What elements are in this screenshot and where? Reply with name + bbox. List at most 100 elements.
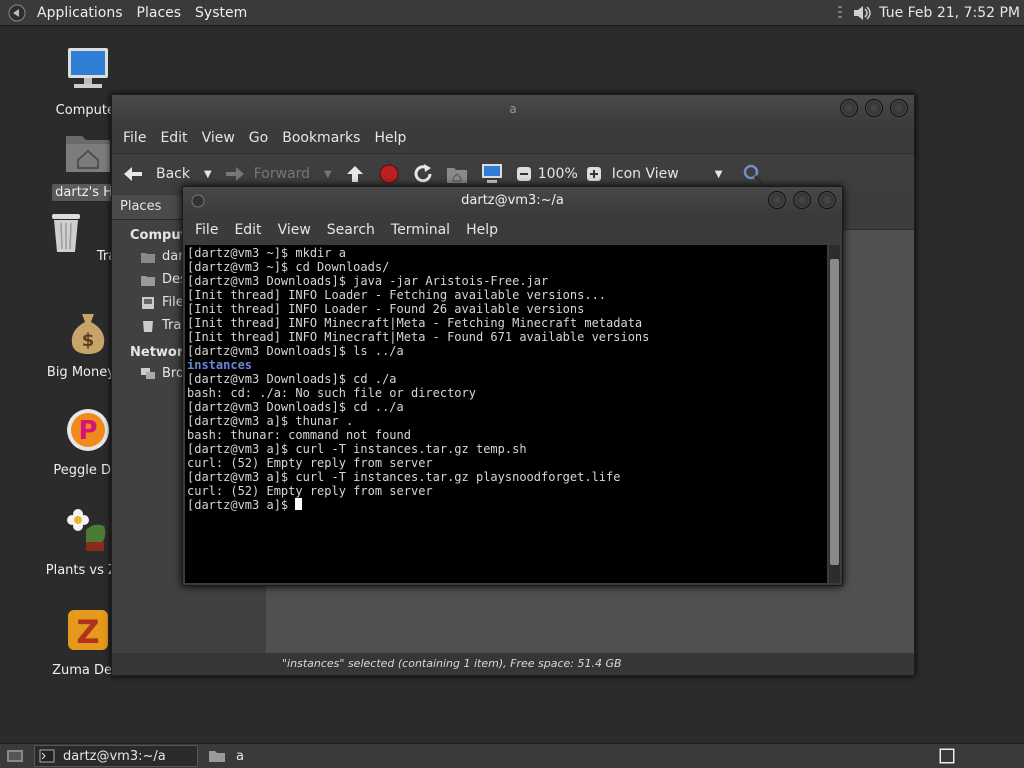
terminal-scrollbar[interactable]: [829, 245, 840, 583]
menu-view[interactable]: View: [270, 222, 319, 238]
terminal-line: [dartz@vm3 a]$ thunar .: [187, 414, 354, 428]
folder-icon: [209, 751, 225, 762]
terminal-menubar: File Edit View Search Terminal Help: [183, 215, 842, 245]
home-folder-icon: [66, 136, 110, 172]
maximize-button[interactable]: [793, 191, 811, 209]
terminal-line: [dartz@vm3 Downloads]$ cd ../a: [187, 400, 404, 414]
back-dropdown-icon[interactable]: ▼: [204, 169, 212, 180]
back-arrow-icon: [124, 167, 142, 181]
back-button[interactable]: Back ▼: [122, 165, 212, 183]
maximize-button[interactable]: [865, 99, 883, 117]
top-panel: Applications Places System Tue Feb 21, 7…: [0, 0, 1024, 26]
svg-text:Z: Z: [76, 613, 99, 651]
terminal-prompt: [dartz@vm3 a]$: [187, 498, 296, 512]
terminal-title: dartz@vm3:~/a: [461, 193, 564, 208]
bottom-panel: dartz@vm3:~/a a: [0, 743, 1024, 768]
forward-dropdown-icon[interactable]: ▼: [324, 169, 332, 180]
trash-icon: [51, 214, 80, 252]
menu-go[interactable]: Go: [242, 130, 275, 146]
trash-icon: [143, 320, 153, 332]
menu-view[interactable]: View: [195, 130, 242, 146]
terminal-line: [Init thread] INFO Loader - Found 26 ava…: [187, 302, 585, 316]
minimize-button[interactable]: [840, 99, 858, 117]
up-arrow-icon[interactable]: [344, 164, 366, 184]
menu-system[interactable]: System: [188, 5, 254, 21]
file-manager-titlebar[interactable]: a: [112, 95, 914, 123]
menu-help[interactable]: Help: [367, 130, 413, 146]
terminal-line: [dartz@vm3 ~]$ mkdir a: [187, 246, 346, 260]
forward-arrow-icon: [225, 167, 244, 181]
menu-search[interactable]: Search: [319, 222, 383, 238]
search-icon[interactable]: [742, 163, 764, 185]
back-label: Back: [156, 166, 190, 182]
reload-icon[interactable]: [412, 163, 434, 185]
terminal-screen[interactable]: [dartz@vm3 ~]$ mkdir a [dartz@vm3 ~]$ cd …: [185, 245, 827, 583]
zoom-in-icon[interactable]: [586, 166, 602, 182]
terminal-line: [dartz@vm3 Downloads]$ cd ./a: [187, 372, 397, 386]
menu-applications[interactable]: Applications: [30, 5, 130, 21]
terminal-line: [dartz@vm3 Downloads]$ java -jar Aristoi…: [187, 274, 549, 288]
file-manager-menubar: File Edit View Go Bookmarks Help: [112, 123, 914, 153]
home-icon[interactable]: [446, 164, 468, 184]
filesystem-icon: [142, 296, 154, 309]
taskbar-item-label: dartz@vm3:~/a: [63, 748, 166, 764]
terminal-icon: [39, 749, 55, 763]
show-desktop-icon[interactable]: [6, 748, 24, 764]
menu-help[interactable]: Help: [458, 222, 506, 238]
terminal-window[interactable]: dartz@vm3:~/a File Edit View Search Term…: [182, 186, 843, 586]
chevron-down-icon: ▼: [714, 168, 723, 180]
menu-places[interactable]: Places: [130, 5, 189, 21]
window-menu-icon[interactable]: [191, 194, 205, 208]
sidebar-item-label: dar: [162, 249, 184, 264]
close-button[interactable]: [890, 99, 908, 117]
menu-file[interactable]: File: [187, 222, 226, 238]
svg-text:P: P: [78, 416, 97, 446]
sidebar-item-label: File: [162, 295, 184, 310]
terminal-line: curl: (52) Empty reply from server: [187, 484, 433, 498]
terminal-prompt-line[interactable]: [dartz@vm3 a]$: [187, 498, 827, 512]
taskbar-item-terminal[interactable]: dartz@vm3:~/a: [34, 745, 198, 767]
computer-icon[interactable]: [480, 163, 504, 185]
terminal-line: bash: thunar: command not found: [187, 428, 411, 442]
peggle-icon: P: [67, 409, 109, 451]
terminal-line: [Init thread] INFO Minecraft|Meta - Foun…: [187, 330, 650, 344]
gnome-foot-icon[interactable]: [8, 4, 26, 22]
forward-button[interactable]: Forward ▼: [224, 165, 332, 183]
sidebar-item-label: Bro: [162, 366, 184, 381]
scrollbar-thumb[interactable]: [830, 259, 839, 565]
terminal-line: [Init thread] INFO Loader - Fetching ava…: [187, 288, 607, 302]
volume-icon[interactable]: [851, 3, 873, 23]
zuma-icon: Z: [68, 610, 108, 651]
forward-label: Forward: [253, 166, 311, 182]
terminal-line: bash: cd: ./a: No such file or directory: [187, 386, 476, 400]
stop-icon[interactable]: [378, 163, 400, 185]
menu-terminal[interactable]: Terminal: [383, 222, 458, 238]
file-manager-title: a: [509, 102, 517, 116]
clock[interactable]: Tue Feb 21, 7:52 PM: [879, 5, 1020, 21]
close-button[interactable]: [818, 191, 836, 209]
home-icon: [141, 252, 155, 263]
computer-icon: [68, 48, 108, 88]
terminal-line: [dartz@vm3 ~]$ cd Downloads/: [187, 260, 390, 274]
terminal-line: [dartz@vm3 Downloads]$ ls ../a: [187, 344, 404, 358]
status-bar: "instances" selected (containing 1 item)…: [112, 653, 914, 675]
money-bag-icon: $: [71, 314, 105, 354]
menu-edit[interactable]: Edit: [226, 222, 269, 238]
network-icon: [141, 367, 155, 379]
terminal-line: [dartz@vm3 a]$ curl -T instances.tar.gz …: [187, 470, 621, 484]
zoom-out-icon[interactable]: [516, 166, 532, 182]
terminal-titlebar[interactable]: dartz@vm3:~/a: [183, 187, 842, 215]
zoom-level[interactable]: 100%: [538, 166, 578, 182]
taskbar-item-file-manager[interactable]: a: [204, 746, 252, 766]
minimize-button[interactable]: [768, 191, 786, 209]
menu-file[interactable]: File: [116, 130, 153, 146]
menu-bookmarks[interactable]: Bookmarks: [275, 130, 367, 146]
svg-text:$: $: [82, 330, 95, 351]
view-mode-select[interactable]: Icon View ▼: [612, 166, 723, 182]
workspace-switcher-icon[interactable]: [938, 747, 956, 765]
menu-edit[interactable]: Edit: [153, 130, 194, 146]
terminal-line-directory: instances: [187, 358, 253, 372]
taskbar-item-label: a: [236, 748, 244, 764]
terminal-line: [dartz@vm3 a]$ curl -T instances.tar.gz …: [187, 442, 527, 456]
terminal-line: curl: (52) Empty reply from server: [187, 456, 433, 470]
